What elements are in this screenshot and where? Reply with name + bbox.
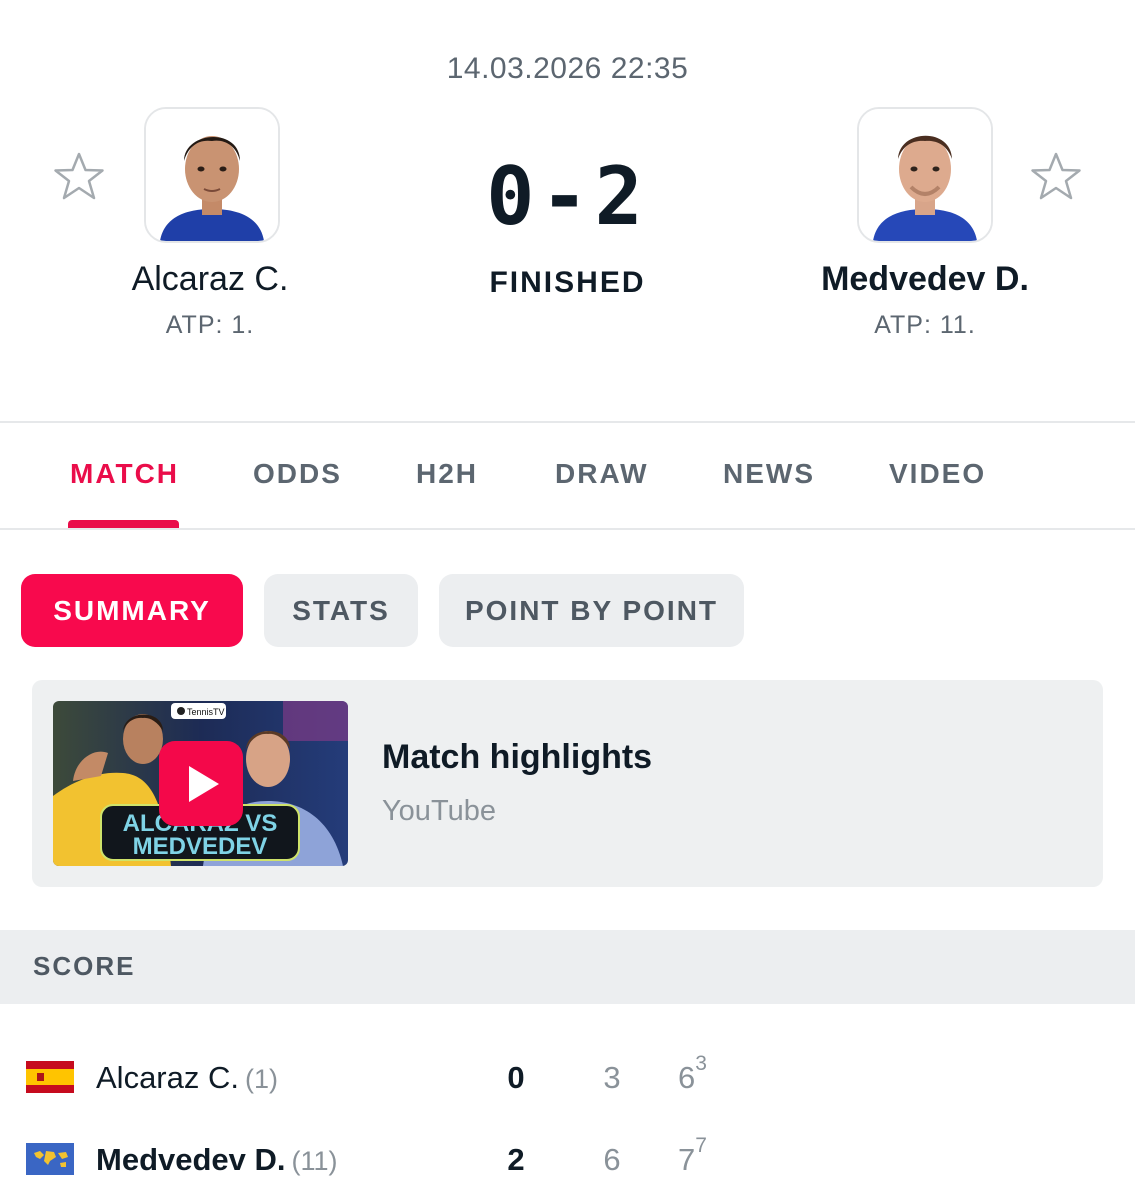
spain-flag-icon — [26, 1061, 74, 1093]
score-row-home[interactable]: Alcaraz C. (1) — [96, 1060, 278, 1096]
tab-video[interactable]: VIDEO — [889, 458, 986, 490]
video-source: YouTube — [382, 795, 496, 827]
header-divider — [0, 421, 1135, 423]
score-away-seed: (11) — [291, 1146, 338, 1176]
favorite-star-icon[interactable] — [53, 151, 105, 203]
score-section-title: SCORE — [33, 951, 136, 981]
video-thumbnail[interactable]: TennisTV ALCARAZ VS MEDVEDEV — [53, 701, 348, 866]
match-status: FINISHED — [489, 266, 646, 299]
subtab-stats[interactable]: STATS — [264, 574, 418, 647]
video-title[interactable]: Match highlights — [382, 738, 652, 777]
home-player-rank: ATP: 1. — [165, 311, 255, 339]
active-tab-indicator — [68, 520, 179, 528]
match-datetime: 14.03.2026 22:35 — [446, 52, 689, 85]
score-away-name: Medvedev D. — [96, 1142, 286, 1177]
neutral-flag-icon — [26, 1143, 74, 1175]
score-away-set-2-tiebreak: 7 — [695, 1134, 707, 1157]
score-section-header — [0, 930, 1135, 1004]
score-away-set-1: 6 — [603, 1142, 621, 1177]
match-score: 0-2 — [486, 150, 649, 243]
away-player-name[interactable]: Medvedev D. — [795, 260, 1055, 299]
subtab-point-by-point[interactable]: POINT BY POINT — [439, 574, 744, 647]
favorite-star-icon[interactable] — [1030, 151, 1082, 203]
home-player-name[interactable]: Alcaraz C. — [90, 260, 330, 299]
score-home-seed: (1) — [244, 1064, 278, 1094]
score-away-sets-won: 2 — [507, 1142, 525, 1177]
player-avatar-home[interactable] — [144, 107, 280, 243]
tab-match[interactable]: MATCH — [70, 458, 179, 490]
score-home-name: Alcaraz C. — [96, 1060, 239, 1095]
score-home-set-2-tiebreak: 3 — [695, 1052, 707, 1075]
score-away-set-2: 77 — [678, 1134, 707, 1177]
thumbnail-title-line-2: MEDVEDEV — [133, 833, 268, 860]
tab-odds[interactable]: ODDS — [253, 458, 342, 490]
player-avatar-away[interactable] — [857, 107, 993, 243]
score-home-sets-won: 0 — [507, 1060, 525, 1095]
tab-draw[interactable]: DRAW — [555, 458, 649, 490]
subtab-summary[interactable]: SUMMARY — [21, 574, 243, 647]
score-home-set-1: 3 — [603, 1060, 621, 1095]
thumbnail-badge-text: TennisTV — [187, 707, 225, 717]
tab-news[interactable]: NEWS — [723, 458, 815, 490]
tab-h2h[interactable]: H2H — [416, 458, 478, 490]
score-home-set-2: 63 — [678, 1052, 707, 1095]
away-player-rank: ATP: 11. — [874, 311, 976, 339]
tabs-divider — [0, 528, 1135, 530]
score-row-away[interactable]: Medvedev D. (11) — [96, 1142, 338, 1178]
